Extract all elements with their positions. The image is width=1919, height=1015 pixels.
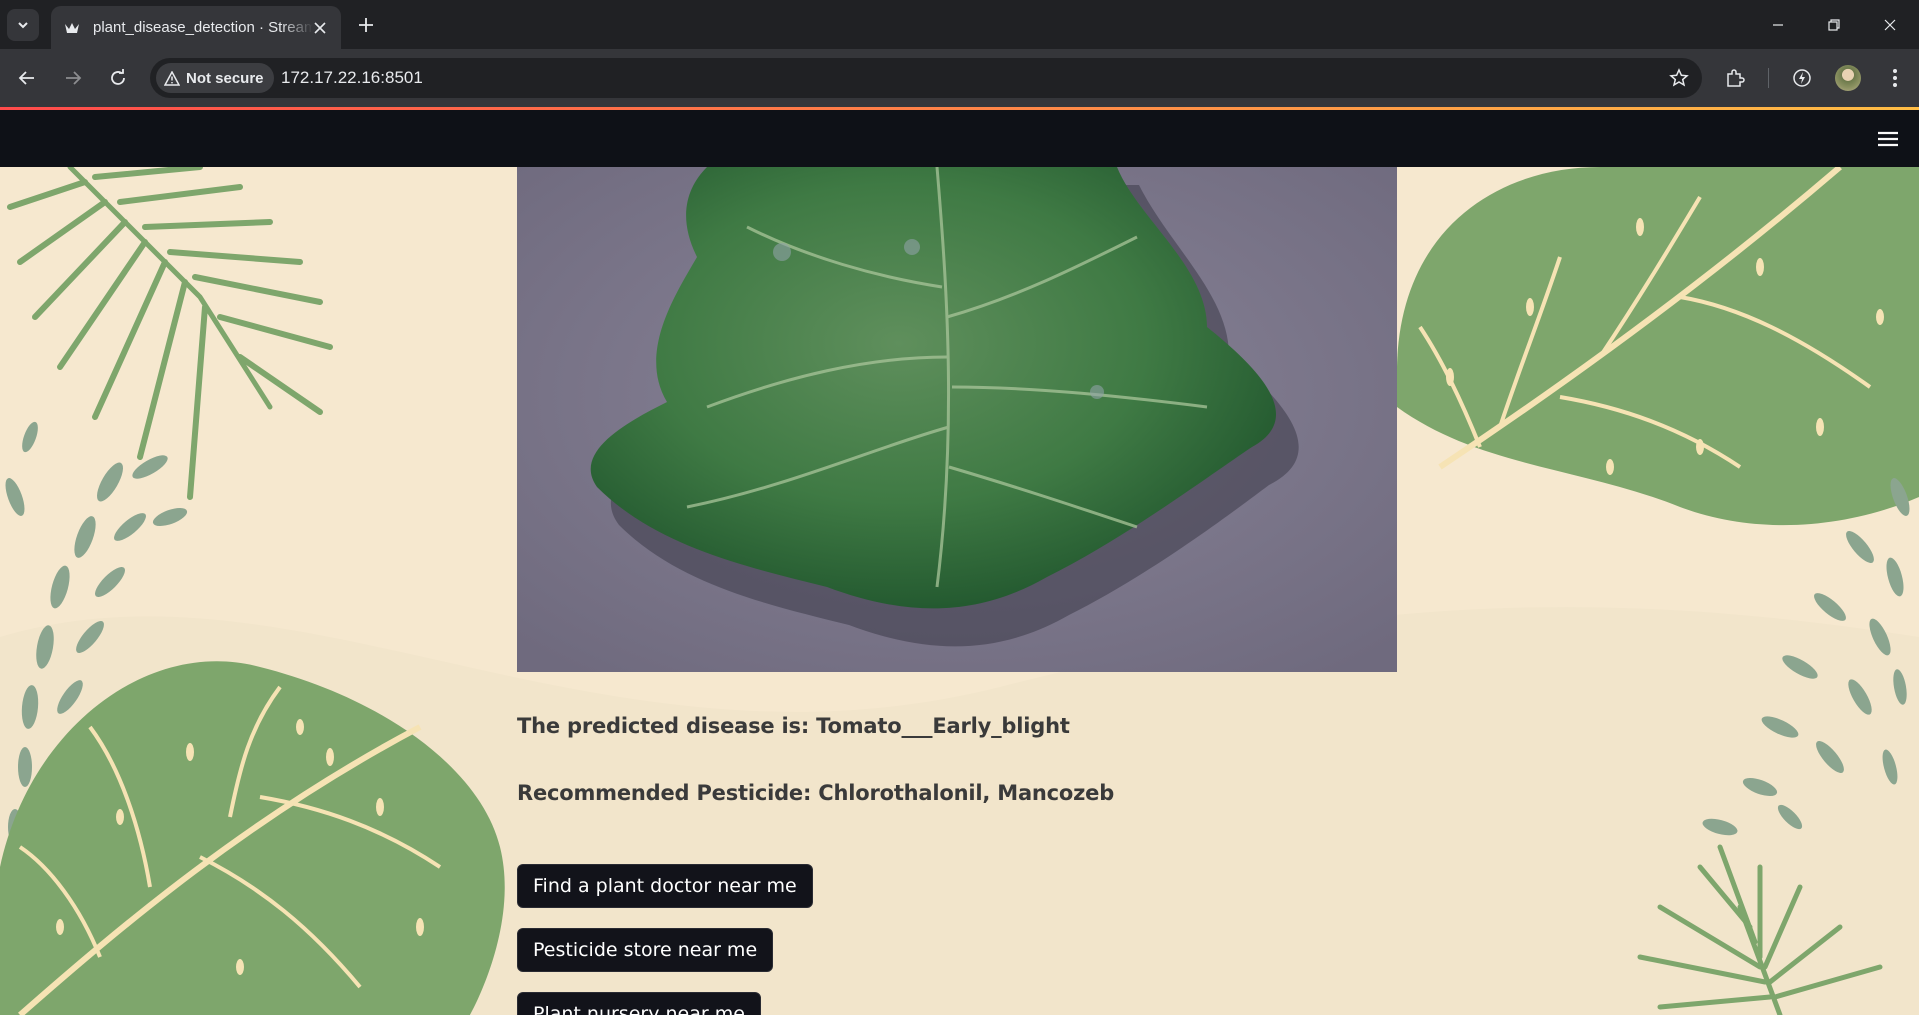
more-vertical-icon <box>1893 69 1897 87</box>
app-view: The predicted disease is: Tomato___Early… <box>0 167 1919 1015</box>
pesticide-store-button[interactable]: Pesticide store near me <box>517 928 774 972</box>
restore-button[interactable] <box>1806 0 1862 49</box>
hamburger-menu-icon <box>1878 131 1898 147</box>
close-window-button[interactable] <box>1862 0 1918 49</box>
browser-tab[interactable]: plant_disease_detection · Streamlit <box>51 6 341 49</box>
restore-icon <box>1828 18 1840 31</box>
plus-icon <box>359 18 373 32</box>
security-indicator[interactable]: Not secure <box>156 63 274 93</box>
arrow-right-icon <box>66 71 82 85</box>
recommended-pesticide-text: Recommended Pesticide: Chlorothalonil, M… <box>517 781 1115 805</box>
minimize-icon <box>1773 23 1783 26</box>
close-icon <box>1884 19 1896 30</box>
find-plant-doctor-button[interactable]: Find a plant doctor near me <box>517 864 813 908</box>
performance-button[interactable] <box>1786 62 1818 94</box>
new-tab-button[interactable] <box>353 12 379 38</box>
browser-toolbar: Not secure 172.17.22.16:8501 <box>0 49 1919 107</box>
streamlit-header <box>0 110 1919 167</box>
browser-menu-button[interactable] <box>1879 62 1911 94</box>
extensions-button[interactable] <box>1719 62 1751 94</box>
profile-avatar[interactable] <box>1835 65 1861 91</box>
toolbar-divider <box>1768 68 1769 88</box>
address-bar[interactable]: Not secure 172.17.22.16:8501 <box>150 58 1702 98</box>
reload-button[interactable] <box>102 62 134 94</box>
speed-icon <box>1793 69 1811 87</box>
url-text[interactable]: 172.17.22.16:8501 <box>281 68 423 88</box>
chevron-down-icon <box>18 22 28 29</box>
back-button[interactable] <box>11 62 43 94</box>
tomato-leaf-picture <box>517 167 1397 672</box>
tab-title: plant_disease_detection · Streamlit <box>93 19 313 36</box>
tab-close-icon[interactable] <box>311 19 329 37</box>
predicted-disease-text: The predicted disease is: Tomato___Early… <box>517 714 1070 738</box>
security-label: Not secure <box>186 69 264 87</box>
streamlit-crown-icon <box>63 19 81 37</box>
arrow-left-icon <box>18 71 34 85</box>
uploaded-leaf-image <box>517 167 1397 672</box>
bookmark-star-icon[interactable] <box>1668 67 1690 89</box>
warning-triangle-icon <box>164 70 180 86</box>
plant-nursery-button[interactable]: Plant nursery near me <box>517 992 761 1015</box>
forward-button[interactable] <box>57 62 89 94</box>
puzzle-icon <box>1727 69 1745 87</box>
reload-icon <box>111 69 125 85</box>
main-menu-button[interactable] <box>1875 127 1901 151</box>
browser-tab-strip: plant_disease_detection · Streamlit <box>0 0 1919 49</box>
minimize-button[interactable] <box>1750 0 1806 49</box>
tab-search-button[interactable] <box>7 9 39 41</box>
